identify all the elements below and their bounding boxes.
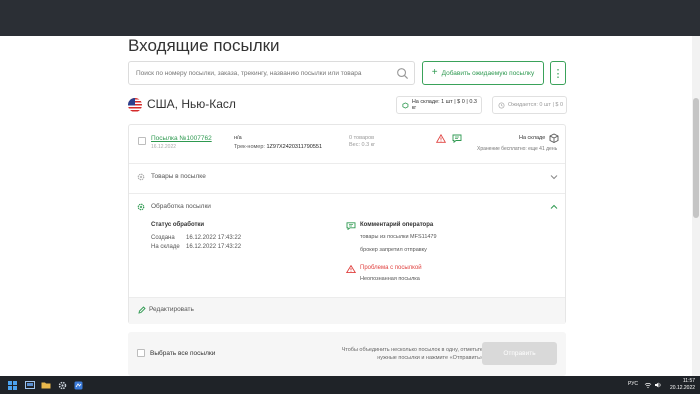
scrollbar[interactable] xyxy=(692,36,700,376)
package-number-link[interactable]: Посылка №1007762 xyxy=(151,135,212,142)
operator-comment-icon xyxy=(346,222,356,230)
in-stock-label: На складе xyxy=(151,244,180,250)
processing-section-label: Обработка посылки xyxy=(151,203,211,210)
package-card: Посылка №1007762 16.12.2022 н/а Трек-ном… xyxy=(128,124,566,324)
scrollbar-thumb[interactable] xyxy=(693,98,699,218)
settings-icon[interactable] xyxy=(56,379,68,391)
windows-start-icon[interactable] xyxy=(6,379,18,391)
app-header-bar xyxy=(0,0,700,36)
app-icon[interactable] xyxy=(72,379,84,391)
goods-section-label: Товары в посылке xyxy=(151,173,206,180)
tracking-info: Трек-номер: 1Z97X2420311790551 xyxy=(234,144,322,150)
clock[interactable]: 11:57 20.12.2022 xyxy=(670,378,695,392)
operator-comment-line: товары из посылки MFS11479 xyxy=(360,234,437,240)
add-expected-package-button[interactable]: + Добавить ожидаемую посылку xyxy=(422,61,544,85)
in-stock-badge[interactable]: На складе: 1 шт | $ 0 | 0.3 кг xyxy=(396,96,482,114)
clock-time: 11:57 xyxy=(682,378,696,384)
windows-taskbar: РУС 11:57 20.12.2022 xyxy=(0,376,700,394)
clock-date: 20.12.2022 xyxy=(670,385,696,391)
page-title: Входящие посылки xyxy=(128,36,280,55)
warehouse-row: США, Нью-Касл На складе: 1 шт | $ 0 | 0.… xyxy=(128,96,568,114)
add-expected-package-label: Добавить ожидаемую посылку xyxy=(441,69,535,77)
problem-title: Проблема с посылкой xyxy=(360,265,422,271)
expected-text: Ожидается: 0 шт | $ 0 xyxy=(508,102,564,108)
input-language[interactable]: РУС xyxy=(628,381,638,387)
operator-comment-title: Комментарий оператора xyxy=(360,222,434,228)
gear-green-icon xyxy=(137,203,145,211)
merge-hint: Чтобы объединить несколько посылок в одн… xyxy=(341,347,483,361)
created-label: Создана xyxy=(151,235,175,241)
kebab-menu-icon: ⋮ xyxy=(552,67,564,80)
package-date: 16.12.2022 xyxy=(151,144,177,150)
created-value: 16.12.2022 17:43:22 xyxy=(186,235,242,241)
problem-warning-icon xyxy=(346,265,356,273)
tracking-number: 1Z97X2420311790551 xyxy=(266,144,323,150)
tracking-label: Трек-номер: xyxy=(234,144,265,150)
send-button[interactable]: Отправить xyxy=(482,342,557,365)
in-stock-text: На складе: 1 шт | $ 0 | 0.3 кг xyxy=(411,99,477,111)
edit-button[interactable]: Редактировать xyxy=(149,306,194,313)
expected-badge[interactable]: Ожидается: 0 шт | $ 0 xyxy=(492,96,567,114)
problem-text: Неопознанная посылка xyxy=(360,276,420,282)
search-icon[interactable] xyxy=(396,67,409,80)
chevron-down-icon[interactable] xyxy=(550,174,558,180)
package-name: н/а xyxy=(234,135,242,141)
in-stock-value: 16.12.2022 17:43:22 xyxy=(186,244,242,250)
divider xyxy=(129,193,565,194)
divider xyxy=(129,163,565,164)
wifi-icon[interactable] xyxy=(644,381,652,389)
us-flag-icon xyxy=(128,98,142,112)
gear-gray-icon xyxy=(137,173,145,181)
comment-icon[interactable] xyxy=(452,134,462,143)
select-all-checkbox[interactable] xyxy=(137,349,145,357)
search-input[interactable] xyxy=(129,62,389,85)
search-box[interactable] xyxy=(128,61,415,85)
processing-status-title: Статус обработки xyxy=(151,222,205,228)
card-footer: Редактировать xyxy=(129,297,565,324)
plus-icon: + xyxy=(431,67,438,78)
volume-icon[interactable] xyxy=(654,381,662,389)
package-weight: Вес: 0.3 кг xyxy=(349,142,376,148)
select-all-label[interactable]: Выбрать все посылки xyxy=(150,350,215,357)
package-checkbox[interactable] xyxy=(138,137,146,145)
pencil-icon xyxy=(138,306,146,314)
package-status: На складе xyxy=(519,135,546,141)
bulk-actions-panel: Выбрать все посылки Чтобы объединить нес… xyxy=(128,332,566,376)
storage-info: Хранение бесплатно: еще 41 день xyxy=(477,146,558,152)
operator-comment-line: брокер запретил отправку xyxy=(360,247,427,253)
box-green-icon xyxy=(402,102,409,108)
more-menu-button[interactable]: ⋮ xyxy=(550,61,566,85)
task-view-icon[interactable] xyxy=(24,379,36,391)
warning-icon[interactable] xyxy=(436,134,446,143)
warehouse-name: США, Нью-Касл xyxy=(147,97,236,111)
file-explorer-icon[interactable] xyxy=(40,379,52,391)
clock-icon xyxy=(498,102,505,108)
chevron-up-icon[interactable] xyxy=(550,204,558,210)
box-icon xyxy=(549,133,559,143)
package-goods-count: 0 товаров xyxy=(349,135,375,141)
